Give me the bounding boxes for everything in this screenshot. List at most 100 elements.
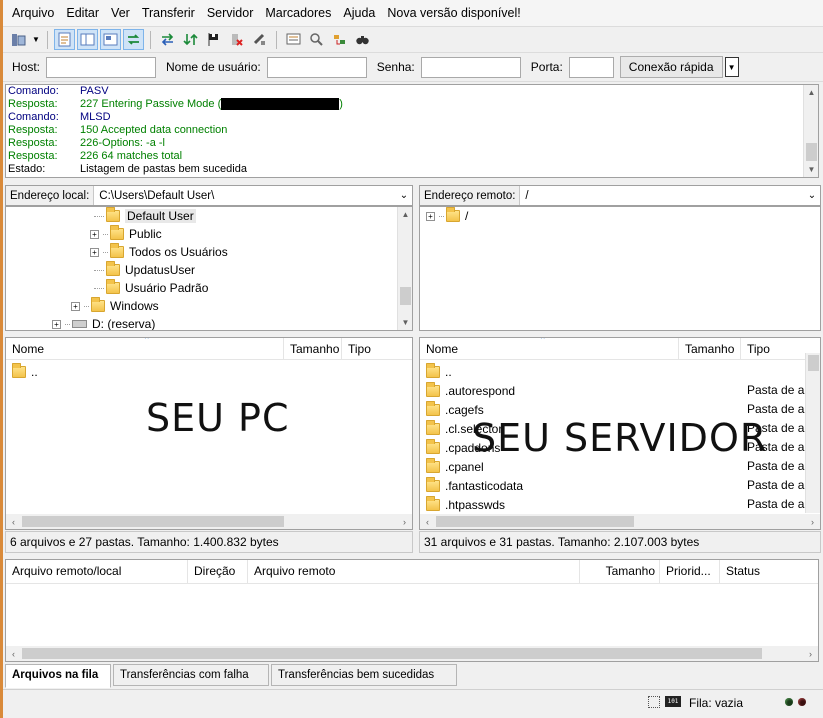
disconnect-icon[interactable] xyxy=(249,29,270,50)
tree-item-usuario-padrao[interactable]: Usuário Padrão xyxy=(94,279,208,297)
list-item[interactable]: .fantasticodata xyxy=(426,476,523,495)
remote-vscrollbar[interactable] xyxy=(805,353,820,513)
scroll-thumb[interactable] xyxy=(22,516,284,527)
scroll-down-icon[interactable]: ▼ xyxy=(804,162,818,177)
log-kind: Comando: xyxy=(8,111,59,123)
tree-item-drive-d[interactable]: + D: (reserva) xyxy=(52,315,155,330)
scroll-thumb[interactable] xyxy=(22,648,762,659)
expand-icon[interactable]: + xyxy=(52,319,61,329)
tree-item-updatususer[interactable]: UpdatusUser xyxy=(94,261,195,279)
folder-icon xyxy=(110,243,124,258)
menu-nova-versao[interactable]: Nova versão disponível! xyxy=(383,6,528,20)
remote-directory-tree[interactable]: + / xyxy=(419,206,821,331)
tree-item-todos-usuarios[interactable]: + Todos os Usuários xyxy=(90,243,228,261)
tree-item-root[interactable]: + / xyxy=(426,207,468,225)
log-scrollbar[interactable]: ▲ ▼ xyxy=(803,85,818,177)
list-item[interactable]: .htpasswds xyxy=(426,495,505,514)
queue-col-arquivo[interactable]: Arquivo remoto/local xyxy=(6,560,188,583)
quickconnect-dropdown-icon[interactable]: ▼ xyxy=(724,57,739,77)
column-nome[interactable]: Nome xyxy=(420,338,679,360)
toggle-remote-tree-icon[interactable] xyxy=(100,29,121,50)
remote-file-header: Nome Tamanho Tipo xyxy=(420,338,820,360)
scroll-thumb[interactable] xyxy=(436,516,634,527)
transfer-queue[interactable]: Arquivo remoto/local Direção Arquivo rem… xyxy=(5,559,819,662)
remote-address-input[interactable]: / xyxy=(520,190,804,202)
scroll-thumb[interactable] xyxy=(806,143,817,161)
tree-item-default-user[interactable]: Default User xyxy=(94,207,196,225)
column-tamanho[interactable]: Tamanho xyxy=(679,338,741,360)
menu-transferir[interactable]: Transferir xyxy=(138,6,203,20)
column-tipo[interactable]: Tipo xyxy=(741,338,807,360)
list-item[interactable]: .. xyxy=(12,362,38,381)
username-input[interactable] xyxy=(266,56,367,78)
sync-browse-icon[interactable] xyxy=(329,29,350,50)
tab-transferencias-falha[interactable]: Transferências com falha xyxy=(113,664,269,686)
local-address-input[interactable]: C:\Users\Default User\ xyxy=(94,190,396,202)
menu-arquivo[interactable]: Arquivo xyxy=(8,6,62,20)
column-tipo[interactable]: Tipo xyxy=(342,338,412,360)
password-input[interactable] xyxy=(420,56,521,78)
expand-icon[interactable]: + xyxy=(90,229,99,239)
quickconnect-button[interactable]: Conexão rápida xyxy=(619,56,723,78)
local-tree-scrollbar[interactable]: ▲ ▼ xyxy=(397,207,412,330)
scroll-left-icon[interactable]: ‹ xyxy=(420,514,435,529)
scroll-left-icon[interactable]: ‹ xyxy=(6,646,21,661)
menu-ajuda[interactable]: Ajuda xyxy=(339,6,383,20)
scroll-up-icon[interactable]: ▲ xyxy=(398,207,412,222)
queue-hscrollbar[interactable]: ‹ › xyxy=(6,646,818,661)
dropdown-arrow-icon[interactable]: ▼ xyxy=(31,29,41,50)
local-directory-tree[interactable]: Default User + Public + Todos os Usuários … xyxy=(5,206,413,331)
remote-file-list[interactable]: Nome Tamanho Tipo ⌃ .. .autorespond Pasta … xyxy=(419,337,821,530)
chevron-down-icon[interactable]: ⌄ xyxy=(804,190,820,201)
scroll-up-icon[interactable]: ▲ xyxy=(804,85,818,100)
chevron-down-icon[interactable]: ⌄ xyxy=(396,190,412,201)
scroll-thumb[interactable] xyxy=(808,355,819,371)
queue-col-prioridade[interactable]: Priorid... xyxy=(660,560,720,583)
scroll-thumb[interactable] xyxy=(400,287,411,305)
tree-item-public[interactable]: + Public xyxy=(90,225,162,243)
tab-transferencias-sucedidas[interactable]: Transferências bem sucedidas xyxy=(271,664,457,686)
process-queue-icon[interactable] xyxy=(180,29,201,50)
local-file-list[interactable]: Nome Tamanho Tipo ⌃ .. SEU PC ‹ › xyxy=(5,337,413,530)
expand-icon[interactable]: + xyxy=(71,301,80,311)
menu-editar[interactable]: Editar xyxy=(62,6,107,20)
expand-icon[interactable]: + xyxy=(90,247,99,257)
tab-arquivos-na-fila[interactable]: Arquivos na fila xyxy=(5,664,111,688)
site-manager-icon[interactable] xyxy=(8,29,29,50)
message-log[interactable]: Comando: PASV Resposta: 227 Entering Passiv… xyxy=(5,84,819,178)
folder-icon xyxy=(426,419,440,435)
queue-col-status[interactable]: Status xyxy=(720,560,818,583)
host-label: Host: xyxy=(12,60,41,74)
menu-servidor[interactable]: Servidor xyxy=(203,6,262,20)
menu-ver[interactable]: Ver xyxy=(107,6,138,20)
list-item[interactable]: .autorespond xyxy=(426,381,515,400)
queue-col-direcao[interactable]: Direção xyxy=(188,560,248,583)
flag-icon[interactable] xyxy=(203,29,224,50)
compare-icon[interactable] xyxy=(306,29,327,50)
remote-hscrollbar[interactable]: ‹ › xyxy=(420,514,820,529)
toggle-queue-icon[interactable] xyxy=(123,29,144,50)
menu-marcadores[interactable]: Marcadores xyxy=(261,6,339,20)
toggle-local-tree-icon[interactable] xyxy=(77,29,98,50)
folder-icon xyxy=(426,438,440,454)
port-input[interactable] xyxy=(568,56,614,78)
scroll-down-icon[interactable]: ▼ xyxy=(398,315,412,330)
host-input[interactable] xyxy=(46,56,157,78)
list-item[interactable]: .. xyxy=(426,362,452,381)
scroll-left-icon[interactable]: ‹ xyxy=(6,514,21,529)
scroll-right-icon[interactable]: › xyxy=(803,646,818,661)
expand-icon[interactable]: + xyxy=(426,211,435,221)
column-tamanho[interactable]: Tamanho xyxy=(284,338,342,360)
local-address-bar: Endereço local: C:\Users\Default User\ ⌄ xyxy=(5,185,413,206)
toggle-log-icon[interactable] xyxy=(54,29,75,50)
queue-col-remoto[interactable]: Arquivo remoto xyxy=(248,560,580,583)
queue-col-tamanho[interactable]: Tamanho xyxy=(580,560,660,583)
scroll-right-icon[interactable]: › xyxy=(397,514,412,529)
filter-icon[interactable] xyxy=(283,29,304,50)
local-hscrollbar[interactable]: ‹ › xyxy=(6,514,412,529)
scroll-right-icon[interactable]: › xyxy=(805,514,820,529)
refresh-icon[interactable] xyxy=(157,29,178,50)
cancel-icon[interactable] xyxy=(226,29,247,50)
search-icon[interactable] xyxy=(352,29,373,50)
tree-item-windows[interactable]: + Windows xyxy=(71,297,159,315)
